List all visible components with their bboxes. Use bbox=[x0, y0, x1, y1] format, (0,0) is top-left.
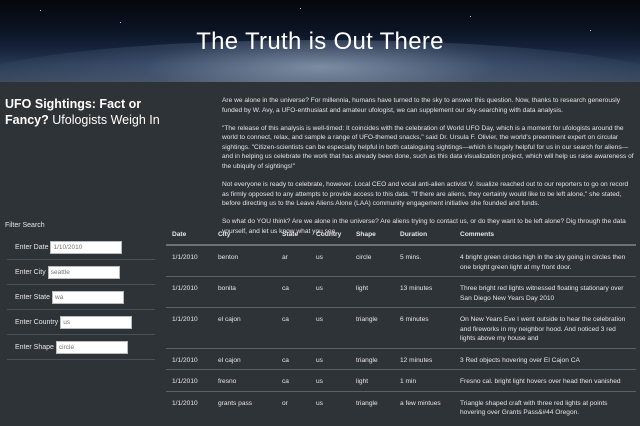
filter-row-city: Enter City bbox=[7, 260, 155, 285]
cell-city: bonita bbox=[212, 276, 276, 308]
state-input[interactable] bbox=[52, 290, 125, 304]
hero-banner: The Truth is Out There bbox=[0, 0, 640, 82]
filter-row-shape: Enter Shape bbox=[7, 335, 155, 360]
page-title-sub: Ufologists Weigh In bbox=[48, 113, 160, 127]
country-input[interactable] bbox=[60, 315, 133, 329]
cell-duration: 13 minutes bbox=[394, 276, 454, 308]
cell-country: us bbox=[310, 347, 350, 370]
filter-panel: Filter Search Enter Date Enter City Ente… bbox=[5, 222, 155, 360]
article-paragraph: "The release of this analysis is well-ti… bbox=[222, 124, 634, 171]
cell-shape: light bbox=[350, 276, 394, 308]
cell-country: us bbox=[310, 369, 350, 391]
header-shape: Shape bbox=[350, 225, 394, 246]
filter-heading: Filter Search bbox=[5, 222, 45, 229]
city-label: Enter City bbox=[15, 268, 46, 276]
cell-duration: 1 min bbox=[394, 369, 454, 391]
header-country: Country bbox=[310, 225, 350, 246]
table-row: 1/1/2010 grants pass or us triangle a few min… bbox=[166, 390, 636, 422]
cell-date: 1/1/2010 bbox=[166, 276, 212, 308]
table-row: 1/1/2010 fresno ca us light 1 min Fresno cal. … bbox=[166, 369, 636, 391]
filter-row-country: Enter Country bbox=[7, 310, 155, 335]
table-row: 1/1/2010 bonita ca us light 13 minutes Three b… bbox=[166, 276, 636, 308]
cell-state: ca bbox=[276, 276, 310, 308]
cell-comments: On New Years Eve I went outside to hear … bbox=[454, 307, 636, 348]
cell-duration: 12 minutes bbox=[394, 347, 454, 370]
cell-duration: 5 mins. bbox=[394, 244, 454, 277]
cell-shape: triangle bbox=[350, 307, 394, 348]
table-body: 1/1/2010 benton ar us circle 5 mins. 4 bright … bbox=[166, 244, 636, 422]
header-comments: Comments bbox=[454, 225, 636, 246]
header-duration: Duration bbox=[394, 225, 454, 246]
cell-city: el cajon bbox=[212, 347, 276, 370]
table-row: 1/1/2010 el cajon ca us triangle 12 minutes 3 … bbox=[166, 347, 636, 370]
cell-shape: light bbox=[350, 369, 394, 391]
page-title: UFO Sightings: Fact or Fancy? Ufologists… bbox=[5, 96, 165, 128]
header-city: City bbox=[212, 225, 276, 246]
cell-date: 1/1/2010 bbox=[166, 307, 212, 348]
cell-date: 1/1/2010 bbox=[166, 347, 212, 370]
filter-row-date: Enter Date bbox=[7, 235, 155, 260]
state-label: Enter State bbox=[15, 293, 51, 301]
cell-date: 1/1/2010 bbox=[166, 390, 212, 422]
shape-label: Enter Shape bbox=[15, 343, 54, 351]
cell-comments: Fresno cal. bright light hovers over hea… bbox=[454, 369, 636, 391]
cell-shape: triangle bbox=[350, 347, 394, 370]
country-label: Enter Country bbox=[15, 318, 59, 326]
cell-comments: 4 bright green circles high in the sky g… bbox=[454, 244, 636, 277]
cell-state: ca bbox=[276, 347, 310, 370]
table-row: 1/1/2010 el cajon ca us triangle 6 minutes On … bbox=[166, 307, 636, 348]
cell-country: us bbox=[310, 276, 350, 308]
hero-title: The Truth is Out There bbox=[196, 28, 444, 55]
article-body: Are we alone in the universe? For millen… bbox=[222, 96, 634, 245]
cell-comments: Triangle shaped craft with three red lig… bbox=[454, 390, 636, 422]
table-row: 1/1/2010 benton ar us circle 5 mins. 4 bright … bbox=[166, 244, 636, 277]
cell-country: us bbox=[310, 244, 350, 277]
cell-country: us bbox=[310, 390, 350, 422]
table-header-row: Date City State Country Shape Duration C… bbox=[166, 225, 636, 246]
article-paragraph: Are we alone in the universe? For millen… bbox=[222, 97, 621, 114]
cell-city: fresno bbox=[212, 369, 276, 391]
cell-comments: Three bright red lights witnessed floati… bbox=[454, 276, 636, 308]
article-paragraph: Not everyone is ready to celebrate, howe… bbox=[222, 181, 629, 208]
header-state: State bbox=[276, 225, 310, 246]
cell-shape: circle bbox=[350, 244, 394, 277]
cell-shape: triangle bbox=[350, 390, 394, 422]
city-input[interactable] bbox=[47, 265, 120, 279]
cell-duration: a few mintues bbox=[394, 390, 454, 422]
cell-state: or bbox=[276, 390, 310, 422]
ufo-table: Date City State Country Shape Duration C… bbox=[166, 225, 636, 422]
cell-state: ca bbox=[276, 369, 310, 391]
cell-country: us bbox=[310, 307, 350, 348]
cell-date: 1/1/2010 bbox=[166, 244, 212, 277]
cell-comments: 3 Red objects hovering over El Cajon CA bbox=[454, 347, 636, 370]
cell-city: benton bbox=[212, 244, 276, 277]
cell-duration: 6 minutes bbox=[394, 307, 454, 348]
date-input[interactable] bbox=[50, 240, 123, 254]
date-label: Enter Date bbox=[15, 243, 49, 251]
filter-row-state: Enter State bbox=[7, 285, 155, 310]
cell-state: ca bbox=[276, 307, 310, 348]
shape-input[interactable] bbox=[55, 340, 128, 354]
cell-city: grants pass bbox=[212, 390, 276, 422]
cell-date: 1/1/2010 bbox=[166, 369, 212, 391]
cell-city: el cajon bbox=[212, 307, 276, 348]
header-date: Date bbox=[166, 225, 212, 246]
cell-state: ar bbox=[276, 244, 310, 277]
